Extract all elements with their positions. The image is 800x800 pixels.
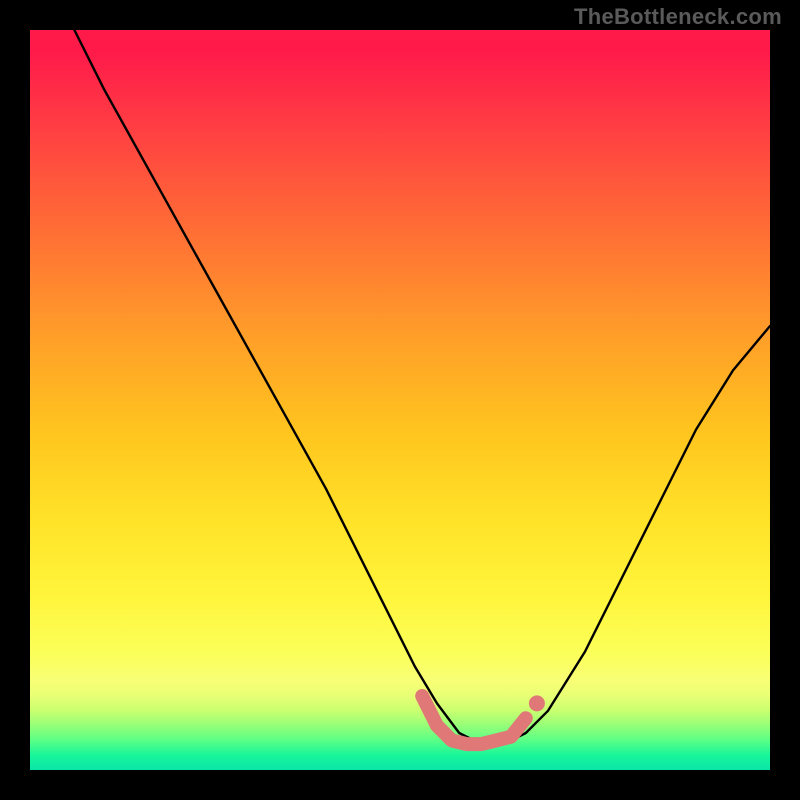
chart-svg <box>30 30 770 770</box>
watermark-text: TheBottleneck.com <box>574 4 782 30</box>
chart-frame: TheBottleneck.com <box>0 0 800 800</box>
bottleneck-curve <box>74 30 770 740</box>
plot-area <box>30 30 770 770</box>
valley-end-dot <box>529 695 545 711</box>
